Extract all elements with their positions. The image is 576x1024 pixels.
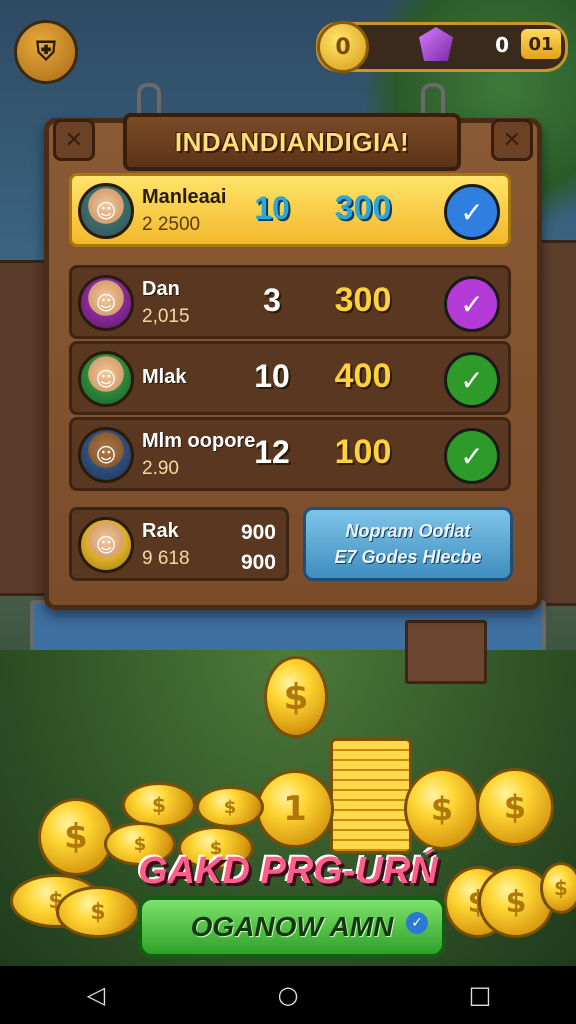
player-score: 100 bbox=[334, 433, 392, 471]
leaderboard-row[interactable]: ☺ Manleaai 2 2500 10 300 ✓ bbox=[69, 173, 511, 247]
menu-button[interactable]: ⛨ bbox=[14, 20, 78, 84]
system-navbar: ◁ ○ □ bbox=[0, 966, 576, 1024]
player-level: 10 bbox=[254, 190, 290, 226]
check-icon[interactable]: ✓ bbox=[444, 428, 500, 484]
coin-icon: $ bbox=[404, 768, 480, 850]
player-name: Manleaai bbox=[142, 186, 227, 208]
coin-icon: $ bbox=[196, 786, 264, 828]
wooden-bench bbox=[405, 620, 487, 684]
cta-label: OGANOW AMN bbox=[190, 911, 394, 942]
player-level: 3 bbox=[263, 282, 281, 318]
cta-button[interactable]: OGANOW AMN ✓ bbox=[138, 896, 446, 958]
player-values: 900 900 bbox=[241, 518, 276, 578]
board-header: INDANDIANDIGIA! bbox=[123, 113, 461, 171]
player-name: Dan bbox=[142, 278, 180, 300]
player-name: Mlak bbox=[142, 366, 187, 388]
leaderboard-row[interactable]: ☺ Mlm oopore 2.90 12 100 ✓ bbox=[69, 417, 511, 491]
recent-apps-icon[interactable]: □ bbox=[450, 981, 510, 1009]
promo-title: GAKD PRG-URŃ bbox=[138, 850, 438, 892]
back-icon[interactable]: ◁ bbox=[66, 981, 126, 1009]
coin-icon: 1 bbox=[256, 770, 334, 848]
player-score: 400 bbox=[334, 357, 392, 395]
player-subscore: 2,015 bbox=[142, 306, 190, 327]
player-score: 300 bbox=[334, 189, 392, 227]
gem-icon bbox=[419, 27, 453, 61]
avatar: ☺ bbox=[78, 183, 134, 239]
player-subscore: 9 618 bbox=[142, 548, 190, 569]
avatar: ☺ bbox=[78, 351, 134, 407]
avatar: ☺ bbox=[78, 427, 134, 483]
coin-symbol: 0 bbox=[335, 34, 351, 60]
check-icon[interactable]: ✓ bbox=[444, 184, 500, 240]
avatar: ☺ bbox=[78, 275, 134, 331]
player-value-1: 900 bbox=[240, 521, 276, 544]
check-icon[interactable]: ✓ bbox=[444, 276, 500, 332]
leaderboard-row[interactable]: ☺ Rak 9 618 900 900 bbox=[69, 507, 289, 581]
player-value-2: 900 bbox=[240, 551, 276, 574]
player-level: 12 bbox=[254, 434, 290, 470]
info-button-line2: E7 Godes Hlecbe bbox=[334, 547, 482, 567]
coin-icon: $ bbox=[56, 886, 140, 938]
player-name: Rak bbox=[142, 520, 179, 542]
coin-icon: $ bbox=[122, 782, 196, 828]
coin-icon: $ bbox=[476, 768, 554, 846]
home-icon[interactable]: ○ bbox=[258, 981, 318, 1009]
leaderboard-panel: ✕ ✕ INDANDIANDIGIA! ☺ Manleaai 2 2500 10… bbox=[44, 83, 542, 610]
close-left-icon[interactable]: ✕ bbox=[53, 119, 95, 161]
player-score: 300 bbox=[334, 281, 392, 319]
board-title: INDANDIANDIGIA! bbox=[174, 126, 410, 157]
coin-icon: 0 bbox=[317, 21, 369, 73]
coin-stack bbox=[330, 738, 412, 854]
check-icon[interactable]: ✓ bbox=[444, 352, 500, 408]
currency-value: 0 bbox=[495, 33, 509, 57]
info-button[interactable]: Nopram Ooflat E7 Godes Hlecbe bbox=[303, 507, 513, 581]
currency-add-button[interactable]: 01 bbox=[521, 29, 561, 59]
player-level: 10 bbox=[254, 358, 290, 394]
check-badge-icon: ✓ bbox=[406, 912, 428, 934]
player-subscore: 2 2500 bbox=[142, 214, 201, 235]
player-name: Mlm oopore bbox=[142, 430, 256, 452]
leaderboard-row[interactable]: ☺ Dan 2,015 3 300 ✓ bbox=[69, 265, 511, 339]
shield-menu-icon: ⛨ bbox=[36, 36, 56, 67]
leaderboard-row[interactable]: ☺ Mlak 10 400 ✓ bbox=[69, 341, 511, 415]
currency-bar: 0 0 01 bbox=[316, 21, 568, 73]
close-right-icon[interactable]: ✕ bbox=[491, 119, 533, 161]
info-button-line1: Nopram Ooflat bbox=[345, 521, 471, 541]
avatar: ☺ bbox=[78, 517, 134, 573]
coin-icon: $ bbox=[264, 656, 328, 738]
player-subscore: 2.90 bbox=[142, 458, 179, 479]
